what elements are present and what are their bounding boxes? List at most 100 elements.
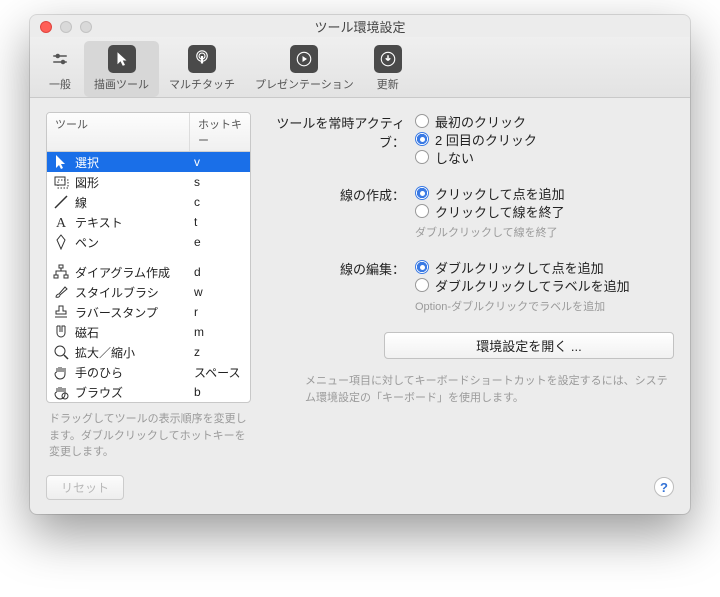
- row-hotkey: r: [194, 305, 244, 319]
- hand-icon: [53, 364, 69, 380]
- browse-icon: [53, 384, 69, 400]
- table-row[interactable]: 選択v: [47, 152, 250, 172]
- download-icon: [374, 45, 402, 73]
- radio-icon: [415, 204, 429, 218]
- radio-option[interactable]: ダブルクリックしてラベルを追加: [415, 276, 674, 294]
- col-tool[interactable]: ツール: [47, 113, 190, 151]
- close-icon[interactable]: [40, 21, 52, 33]
- tab-presentation[interactable]: プレゼンテーション: [245, 41, 364, 97]
- diagram-icon: [53, 264, 69, 280]
- option-label: クリックして線を終了: [435, 202, 565, 221]
- stamp-icon: [53, 304, 69, 320]
- group-label: 線の作成：: [265, 184, 415, 240]
- option-label: 最初のクリック: [435, 112, 526, 131]
- row-hotkey: e: [194, 235, 244, 249]
- zoom-icon-window[interactable]: [80, 21, 92, 33]
- open-prefs-button[interactable]: 環境設定を開く ...: [384, 332, 674, 359]
- minimize-icon[interactable]: [60, 21, 72, 33]
- table-row[interactable]: 線c: [47, 192, 250, 212]
- group-hint: ダブルクリックして線を終了: [415, 224, 674, 240]
- table-row[interactable]: Aテキストt: [47, 212, 250, 232]
- table-header: ツール ホットキー: [47, 113, 250, 152]
- row-name: 線: [69, 194, 194, 211]
- traffic-lights: [40, 21, 92, 33]
- sliders-icon: [46, 45, 74, 73]
- table-row[interactable]: ラバースタンプr: [47, 302, 250, 322]
- group-always-active: ツールを常時アクティブ： 最初のクリック2 回目のクリックしない: [265, 112, 674, 166]
- row-hotkey: v: [194, 155, 244, 169]
- tab-update[interactable]: 更新: [364, 41, 412, 97]
- row-name: 選択: [69, 154, 194, 171]
- svg-text:A: A: [56, 216, 67, 230]
- window-title: ツール環境設定: [314, 17, 405, 36]
- zoom-icon: [53, 344, 69, 360]
- radio-icon: [415, 260, 429, 274]
- row-name: ラバースタンプ: [69, 304, 194, 321]
- reorder-hint: ドラッグしてツールの表示順序を変更します。ダブルクリックしてホットキーを変更しま…: [46, 411, 251, 461]
- brush-icon: [53, 284, 69, 300]
- row-name: 拡大／縮小: [69, 344, 194, 361]
- radio-icon: [415, 150, 429, 164]
- magnet-icon: [53, 324, 69, 340]
- titlebar: ツール環境設定: [30, 15, 690, 37]
- pen-icon: [53, 234, 69, 250]
- option-label: ダブルクリックしてラベルを追加: [435, 276, 630, 295]
- table-row[interactable]: 図形s: [47, 172, 250, 192]
- radio-option[interactable]: ダブルクリックして点を追加: [415, 258, 674, 276]
- row-hotkey: d: [194, 265, 244, 279]
- group-hint: Option-ダブルクリックでラベルを追加: [415, 298, 674, 314]
- radio-option[interactable]: 2 回目のクリック: [415, 130, 674, 148]
- row-name: ペン: [69, 234, 194, 251]
- table-row[interactable]: 手のひらスペース: [47, 362, 250, 382]
- table-row[interactable]: ペンe: [47, 232, 250, 252]
- radio-option[interactable]: 最初のクリック: [415, 112, 674, 130]
- radio-option[interactable]: クリックして点を追加: [415, 184, 674, 202]
- cursor-icon: [53, 154, 69, 170]
- radio-icon: [415, 186, 429, 200]
- group-label: 線の編集：: [265, 258, 415, 314]
- option-label: クリックして点を追加: [435, 184, 565, 203]
- row-hotkey: z: [194, 345, 244, 359]
- radio-icon: [415, 278, 429, 292]
- row-hotkey: スペース: [194, 364, 244, 381]
- option-label: しない: [435, 148, 474, 167]
- row-name: 磁石: [69, 324, 194, 341]
- option-label: 2 回目のクリック: [435, 130, 537, 149]
- tab-general[interactable]: 一般: [36, 41, 84, 97]
- table-row[interactable]: 拡大／縮小z: [47, 342, 250, 362]
- table-row[interactable]: スタイルブラシw: [47, 282, 250, 302]
- row-hotkey: w: [194, 285, 244, 299]
- tab-drawing-tools[interactable]: 描画ツール: [84, 41, 159, 97]
- group-label: ツールを常時アクティブ：: [265, 112, 415, 166]
- tab-multitouch[interactable]: マルチタッチ: [159, 41, 245, 97]
- line-icon: [53, 194, 69, 210]
- row-hotkey: b: [194, 385, 244, 399]
- play-icon: [290, 45, 318, 73]
- row-hotkey: c: [194, 195, 244, 209]
- text-icon: A: [53, 214, 69, 230]
- table-row[interactable]: 磁石m: [47, 322, 250, 342]
- shortcut-hint: メニュー項目に対してキーボードショートカットを設定するには、システム環境設定の「…: [265, 373, 674, 406]
- table-row[interactable]: ブラウズb: [47, 382, 250, 402]
- radio-icon: [415, 132, 429, 146]
- row-name: ブラウズ: [69, 384, 194, 401]
- group-line-edit: 線の編集： ダブルクリックして点を追加ダブルクリックしてラベルを追加 Option-…: [265, 258, 674, 314]
- rect-icon: [53, 174, 69, 190]
- radio-option[interactable]: しない: [415, 148, 674, 166]
- row-name: スタイルブラシ: [69, 284, 194, 301]
- tool-table: ツール ホットキー 選択v図形s線cAテキストtペンe ダイアグラム作成dスタイ…: [46, 112, 251, 403]
- cursor-icon: [108, 45, 136, 73]
- col-hotkey[interactable]: ホットキー: [190, 113, 250, 151]
- row-hotkey: s: [194, 175, 244, 189]
- row-hotkey: m: [194, 325, 244, 339]
- help-button[interactable]: ?: [654, 477, 674, 497]
- group-line-create: 線の作成： クリックして点を追加クリックして線を終了ダブルクリックして線を終了: [265, 184, 674, 240]
- row-name: テキスト: [69, 214, 194, 231]
- radio-option[interactable]: クリックして線を終了: [415, 202, 674, 220]
- row-name: 手のひら: [69, 364, 194, 381]
- row-name: 図形: [69, 174, 194, 191]
- row-name: ダイアグラム作成: [69, 264, 194, 281]
- option-label: ダブルクリックして点を追加: [435, 258, 604, 277]
- table-row[interactable]: ダイアグラム作成d: [47, 262, 250, 282]
- reset-button[interactable]: リセット: [46, 475, 124, 500]
